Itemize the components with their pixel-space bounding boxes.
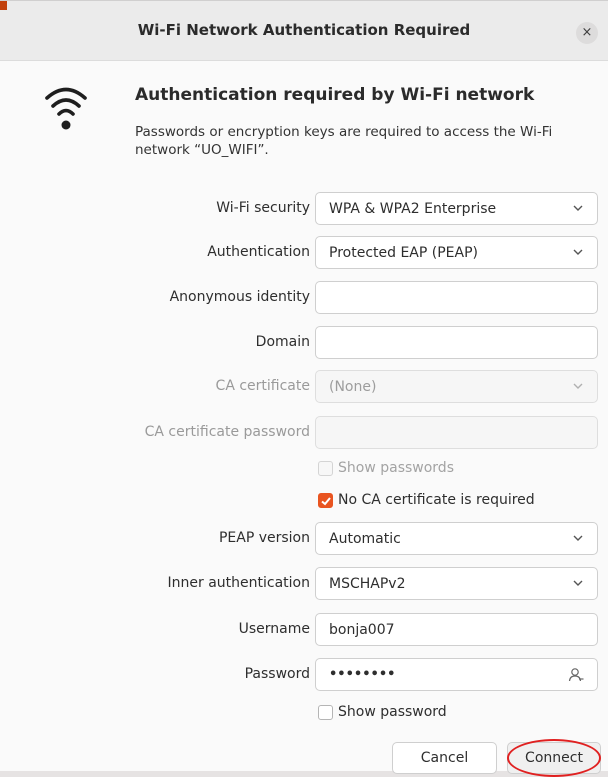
authentication-dropdown[interactable]: Protected EAP (PEAP) xyxy=(315,236,598,269)
dialog-heading: Authentication required by Wi-Fi network xyxy=(135,85,535,105)
peap-version-value: Automatic xyxy=(329,530,401,547)
checkbox-box xyxy=(318,492,333,508)
ca-certificate-label: CA certificate xyxy=(215,378,310,394)
auth-dialog: Wi-Fi Network Authentication Required × … xyxy=(0,0,608,777)
authentication-value: Protected EAP (PEAP) xyxy=(329,244,478,261)
peap-version-label: PEAP version xyxy=(218,530,310,546)
close-icon[interactable]: × xyxy=(576,22,598,44)
wifi-security-dropdown[interactable]: WPA & WPA2 Enterprise xyxy=(315,192,598,225)
show-password-label: Show password xyxy=(338,704,447,720)
inner-authentication-label: Inner authentication xyxy=(167,575,310,591)
show-passwords-checkbox[interactable]: Show passwords xyxy=(318,460,454,476)
anonymous-identity-input[interactable] xyxy=(315,281,598,314)
inner-authentication-value: MSCHAPv2 xyxy=(329,575,406,592)
password-value: •••••••• xyxy=(329,667,396,682)
chevron-down-icon xyxy=(573,383,583,389)
dialog-description: Passwords or encryption keys are require… xyxy=(135,124,553,158)
ca-certificate-value: (None) xyxy=(329,378,377,395)
peap-version-dropdown[interactable]: Automatic xyxy=(315,522,598,555)
username-label: Username xyxy=(238,621,310,637)
show-passwords-label: Show passwords xyxy=(338,460,454,476)
wifi-security-label: Wi-Fi security xyxy=(216,200,310,216)
wifi-signal-icon xyxy=(45,87,87,130)
window-corner-accent xyxy=(0,1,7,10)
anonymous-identity-label: Anonymous identity xyxy=(169,289,310,305)
person-key-icon[interactable] xyxy=(567,666,585,684)
ca-certificate-dropdown[interactable]: (None) xyxy=(315,370,598,403)
password-label: Password xyxy=(244,666,310,682)
password-input[interactable]: •••••••• xyxy=(315,658,598,691)
chevron-down-icon xyxy=(573,580,583,586)
checkmark-icon xyxy=(321,496,331,505)
domain-label: Domain xyxy=(255,334,310,350)
chevron-down-icon xyxy=(573,205,583,211)
dialog-title: Wi-Fi Network Authentication Required xyxy=(137,21,471,39)
no-ca-required-label: No CA certificate is required xyxy=(338,492,535,508)
inner-authentication-dropdown[interactable]: MSCHAPv2 xyxy=(315,567,598,600)
domain-input[interactable] xyxy=(315,326,598,359)
title-bar[interactable]: Wi-Fi Network Authentication Required × xyxy=(0,1,608,61)
no-ca-required-checkbox[interactable]: No CA certificate is required xyxy=(318,492,535,508)
checkbox-box xyxy=(318,704,333,720)
checkbox-box xyxy=(318,460,333,476)
connect-button[interactable]: Connect xyxy=(507,742,601,774)
ca-certificate-password-label: CA certificate password xyxy=(144,424,310,440)
wifi-security-value: WPA & WPA2 Enterprise xyxy=(329,200,497,217)
show-password-checkbox[interactable]: Show password xyxy=(318,704,447,720)
cancel-button[interactable]: Cancel xyxy=(392,742,497,774)
chevron-down-icon xyxy=(573,249,583,255)
username-input[interactable]: bonja007 xyxy=(315,613,598,646)
authentication-label: Authentication xyxy=(207,244,310,260)
ca-certificate-password-input[interactable] xyxy=(315,416,598,449)
chevron-down-icon xyxy=(573,535,583,541)
